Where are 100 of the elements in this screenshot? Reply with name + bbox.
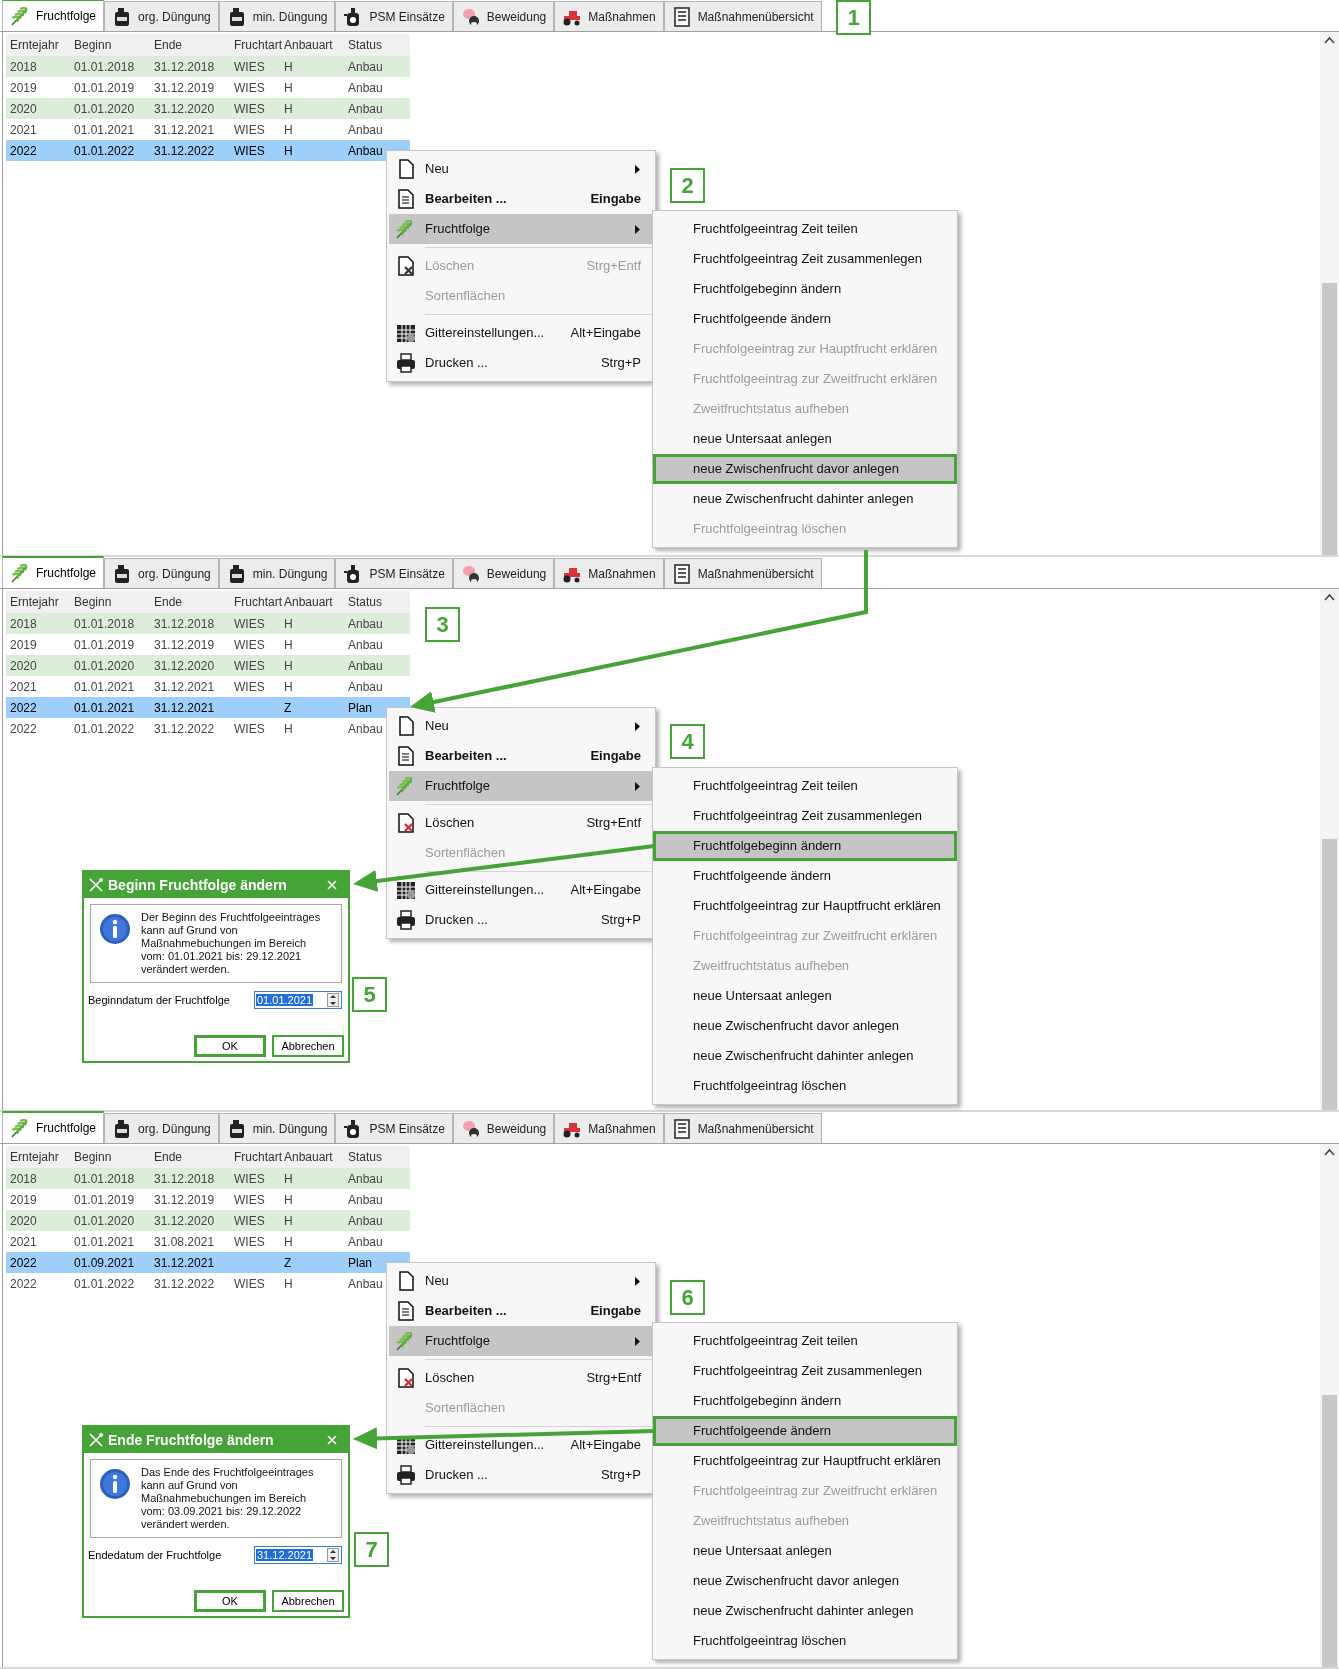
- menu-item[interactable]: Fruchtfolgeeintrag löschen: [653, 1626, 957, 1656]
- column-header[interactable]: Ende: [150, 36, 230, 54]
- menu-item[interactable]: Fruchtfolgeeintrag zur Hauptfrucht erklären: [653, 891, 957, 921]
- column-header[interactable]: Status: [344, 1148, 410, 1166]
- column-header[interactable]: Fruchtart: [230, 593, 280, 611]
- tab[interactable]: Maßnahmen: [554, 1113, 664, 1143]
- table-row[interactable]: 2018 01.01.2018 31.12.2018 WIES H Anbau: [6, 613, 410, 634]
- table-row[interactable]: 2018 01.01.2018 31.12.2018 WIES H Anbau: [6, 1168, 410, 1189]
- tab[interactable]: Fruchtfolge: [2, 0, 105, 31]
- menu-item[interactable]: neue Zwischenfrucht dahinter anlegen: [653, 484, 957, 514]
- tab[interactable]: min. Düngung: [218, 558, 336, 588]
- tab[interactable]: Maßnahmenübersicht: [663, 558, 822, 588]
- column-header[interactable]: Status: [344, 593, 410, 611]
- tab[interactable]: PSM Einsätze: [335, 1, 453, 31]
- tab[interactable]: Maßnahmen: [554, 1, 664, 31]
- column-header[interactable]: Erntejahr: [6, 36, 70, 54]
- menu-item[interactable]: Fruchtfolgeeintrag löschen: [653, 1071, 957, 1101]
- tab[interactable]: Beweidung: [452, 1, 555, 31]
- tab[interactable]: PSM Einsätze: [335, 1113, 453, 1143]
- menu-item[interactable]: Bearbeiten ... Eingabe: [389, 184, 653, 214]
- table-row[interactable]: 2022 01.01.2022 31.12.2022 WIES H Anbau: [6, 140, 410, 161]
- menu-item[interactable]: Fruchtfolge: [389, 771, 653, 801]
- menu-item[interactable]: Drucken ... Strg+P: [389, 1460, 653, 1490]
- tab[interactable]: PSM Einsätze: [335, 558, 453, 588]
- scroll-thumb[interactable]: [1322, 1395, 1337, 1667]
- tab[interactable]: org. Düngung: [104, 558, 219, 588]
- dialog-button[interactable]: OK: [194, 1035, 266, 1057]
- scrollbar[interactable]: [1320, 1144, 1339, 1667]
- tab[interactable]: org. Düngung: [104, 1113, 219, 1143]
- tab[interactable]: Maßnahmen: [554, 558, 664, 588]
- menu-item[interactable]: neue Zwischenfrucht dahinter anlegen: [653, 1041, 957, 1071]
- tab[interactable]: Beweidung: [452, 1113, 555, 1143]
- menu-item[interactable]: Fruchtfolge: [389, 1326, 653, 1356]
- menu-item[interactable]: Drucken ... Strg+P: [389, 905, 653, 935]
- menu-item[interactable]: Gittereinstellungen... Alt+Eingabe: [389, 318, 653, 348]
- menu-item[interactable]: Fruchtfolgeeintrag Zeit zusammenlegen: [653, 801, 957, 831]
- menu-item[interactable]: Fruchtfolgeende ändern: [653, 861, 957, 891]
- spinner-icon[interactable]: [327, 993, 339, 1007]
- column-header[interactable]: Ende: [150, 593, 230, 611]
- dialog-button[interactable]: OK: [194, 1590, 266, 1612]
- menu-item[interactable]: Bearbeiten ... Eingabe: [389, 1296, 653, 1326]
- column-header[interactable]: Erntejahr: [6, 593, 70, 611]
- spinner-icon[interactable]: [327, 1548, 339, 1562]
- close-icon[interactable]: [326, 1434, 338, 1446]
- close-icon[interactable]: [326, 879, 338, 891]
- tab[interactable]: min. Düngung: [218, 1, 336, 31]
- tab[interactable]: Fruchtfolge: [2, 1111, 105, 1143]
- menu-item[interactable]: Fruchtfolgeeintrag Zeit teilen: [653, 771, 957, 801]
- menu-item[interactable]: Fruchtfolgeeintrag Zeit zusammenlegen: [653, 244, 957, 274]
- menu-item[interactable]: Fruchtfolgeeintrag zur Hauptfrucht erklären: [653, 1446, 957, 1476]
- menu-item[interactable]: neue Untersaat anlegen: [653, 424, 957, 454]
- tab[interactable]: Beweidung: [452, 558, 555, 588]
- menu-item[interactable]: neue Zwischenfrucht dahinter anlegen: [653, 1596, 957, 1626]
- menu-item[interactable]: Löschen Strg+Entf: [389, 808, 653, 838]
- table-row[interactable]: 2020 01.01.2020 31.12.2020 WIES H Anbau: [6, 655, 410, 676]
- column-header[interactable]: Beginn: [70, 593, 150, 611]
- table-row[interactable]: 2018 01.01.2018 31.12.2018 WIES H Anbau: [6, 56, 410, 77]
- menu-item[interactable]: Fruchtfolgebeginn ändern: [653, 1386, 957, 1416]
- table-row[interactable]: 2020 01.01.2020 31.12.2020 WIES H Anbau: [6, 1210, 410, 1231]
- menu-item[interactable]: Fruchtfolgeeintrag Zeit teilen: [653, 214, 957, 244]
- column-header[interactable]: Beginn: [70, 1148, 150, 1166]
- table-row[interactable]: 2022 01.09.2021 31.12.2021 Z Plan: [6, 1252, 410, 1273]
- menu-item[interactable]: neue Zwischenfrucht davor anlegen: [653, 454, 957, 484]
- column-header[interactable]: Beginn: [70, 36, 150, 54]
- tab[interactable]: org. Düngung: [104, 1, 219, 31]
- scrollbar[interactable]: [1320, 589, 1339, 1110]
- menu-item[interactable]: Fruchtfolgeeintrag Zeit teilen: [653, 1326, 957, 1356]
- menu-item[interactable]: Gittereinstellungen... Alt+Eingabe: [389, 875, 653, 905]
- column-header[interactable]: Status: [344, 36, 410, 54]
- menu-item[interactable]: Bearbeiten ... Eingabe: [389, 741, 653, 771]
- date-field[interactable]: 31.12.2021: [254, 1546, 342, 1564]
- dialog-button[interactable]: Abbrechen: [272, 1590, 344, 1612]
- menu-item[interactable]: Fruchtfolgeeintrag Zeit zusammenlegen: [653, 1356, 957, 1386]
- column-header[interactable]: Erntejahr: [6, 1148, 70, 1166]
- menu-item[interactable]: Fruchtfolgeende ändern: [653, 1416, 957, 1446]
- menu-item[interactable]: Fruchtfolgebeginn ändern: [653, 831, 957, 861]
- menu-item[interactable]: neue Untersaat anlegen: [653, 1536, 957, 1566]
- table-row[interactable]: 2020 01.01.2020 31.12.2020 WIES H Anbau: [6, 98, 410, 119]
- tab[interactable]: Maßnahmenübersicht: [663, 1, 822, 31]
- tab[interactable]: Fruchtfolge: [2, 556, 105, 588]
- column-header[interactable]: Ende: [150, 1148, 230, 1166]
- menu-item[interactable]: Drucken ... Strg+P: [389, 348, 653, 378]
- menu-item[interactable]: neue Untersaat anlegen: [653, 981, 957, 1011]
- tab[interactable]: min. Düngung: [218, 1113, 336, 1143]
- table-row[interactable]: 2022 01.01.2021 31.12.2021 Z Plan: [6, 697, 410, 718]
- menu-item[interactable]: Gittereinstellungen... Alt+Eingabe: [389, 1430, 653, 1460]
- scroll-thumb[interactable]: [1322, 839, 1337, 1110]
- scroll-thumb[interactable]: [1322, 283, 1337, 555]
- menu-item[interactable]: Fruchtfolgeende ändern: [653, 304, 957, 334]
- menu-item[interactable]: Fruchtfolge: [389, 214, 653, 244]
- column-header[interactable]: Fruchtart: [230, 1148, 280, 1166]
- column-header[interactable]: Fruchtart: [230, 36, 280, 54]
- scrollbar[interactable]: [1320, 32, 1339, 555]
- dialog-button[interactable]: Abbrechen: [272, 1035, 344, 1057]
- menu-item[interactable]: neue Zwischenfrucht davor anlegen: [653, 1011, 957, 1041]
- menu-item[interactable]: Löschen Strg+Entf: [389, 1363, 653, 1393]
- menu-item[interactable]: neue Zwischenfrucht davor anlegen: [653, 1566, 957, 1596]
- date-field[interactable]: 01.01.2021: [254, 991, 342, 1009]
- tab[interactable]: Maßnahmenübersicht: [663, 1113, 822, 1143]
- menu-item[interactable]: Fruchtfolgebeginn ändern: [653, 274, 957, 304]
